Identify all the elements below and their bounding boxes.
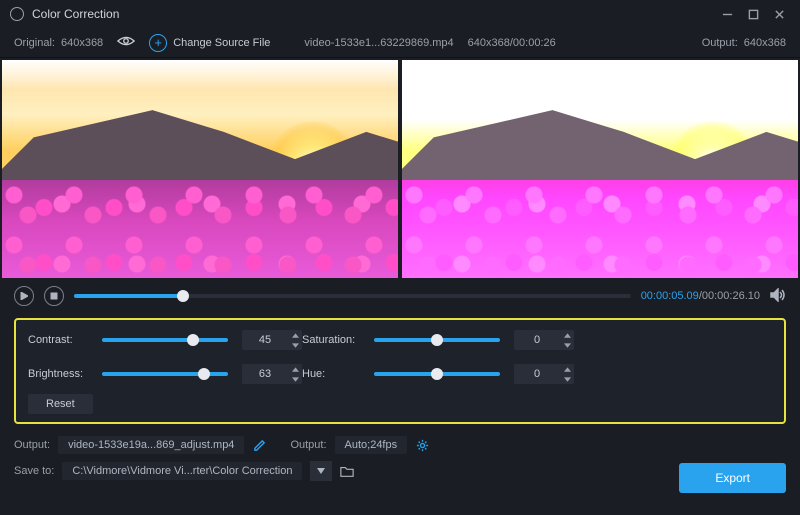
titlebar: Color Correction: [0, 0, 800, 28]
original-dimensions: 640x368: [61, 37, 103, 49]
minimize-button[interactable]: [714, 4, 740, 24]
saturation-up[interactable]: [560, 330, 574, 340]
contrast-label: Contrast:: [28, 334, 102, 346]
hue-label: Hue:: [302, 368, 374, 380]
color-controls-panel: Contrast: 45 Saturation: 0 Brightness: 6…: [14, 318, 786, 424]
timeline-slider[interactable]: [74, 294, 631, 298]
play-button[interactable]: [14, 286, 34, 306]
hue-input[interactable]: 0: [514, 364, 574, 384]
preview-adjusted: [402, 60, 798, 278]
brightness-value: 63: [242, 368, 288, 380]
contrast-slider[interactable]: [102, 338, 228, 342]
hue-down[interactable]: [560, 374, 574, 384]
preview-toggle-icon[interactable]: [117, 35, 135, 50]
save-to-path: C:\Vidmore\Vidmore Vi...rter\Color Corre…: [62, 462, 302, 480]
output-spec-value: Auto;24fps: [335, 436, 408, 454]
app-icon: [10, 7, 24, 21]
hue-slider[interactable]: [374, 372, 500, 376]
reset-button[interactable]: Reset: [28, 394, 93, 414]
original-label: Original:: [14, 37, 55, 49]
save-to-dropdown[interactable]: [310, 461, 332, 481]
playback-bar: 00:00:05.09/00:00:26.10: [0, 278, 800, 314]
plus-icon: +: [149, 34, 167, 52]
time-current: 00:00:05.09: [641, 290, 699, 302]
stop-button[interactable]: [44, 286, 64, 306]
save-to-label: Save to:: [14, 465, 54, 477]
save-to-row: Save to: C:\Vidmore\Vidmore Vi...rter\Co…: [14, 458, 786, 484]
contrast-input[interactable]: 45: [242, 330, 302, 350]
output-file-row: Output: video-1533e19a...869_adjust.mp4 …: [14, 432, 786, 458]
preview-row: [0, 58, 800, 278]
preview-original: [2, 60, 398, 278]
output-spec-label: Output:: [290, 439, 326, 451]
brightness-label: Brightness:: [28, 368, 102, 380]
brightness-down[interactable]: [288, 374, 302, 384]
output-settings-icon[interactable]: [415, 438, 429, 452]
maximize-button[interactable]: [740, 4, 766, 24]
change-source-label: Change Source File: [173, 37, 270, 49]
saturation-value: 0: [514, 334, 560, 346]
info-bar: Original: 640x368 + Change Source File v…: [0, 28, 800, 58]
export-button[interactable]: Export: [679, 463, 786, 493]
timecode: 00:00:05.09/00:00:26.10: [641, 290, 760, 302]
brightness-slider[interactable]: [102, 372, 228, 376]
window-title: Color Correction: [32, 7, 119, 21]
edit-output-name-icon[interactable]: [252, 438, 266, 452]
saturation-slider[interactable]: [374, 338, 500, 342]
change-source-button[interactable]: + Change Source File: [149, 34, 270, 52]
hue-up[interactable]: [560, 364, 574, 374]
output-file-label: Output:: [14, 439, 50, 451]
contrast-down[interactable]: [288, 340, 302, 350]
contrast-value: 45: [242, 334, 288, 346]
hue-value: 0: [514, 368, 560, 380]
saturation-input[interactable]: 0: [514, 330, 574, 350]
output-dimensions: 640x368: [744, 37, 786, 49]
saturation-down[interactable]: [560, 340, 574, 350]
time-total: 00:00:26.10: [702, 290, 760, 302]
contrast-up[interactable]: [288, 330, 302, 340]
open-folder-icon[interactable]: [340, 464, 354, 478]
source-file-meta: 640x368/00:00:26: [468, 37, 556, 49]
brightness-up[interactable]: [288, 364, 302, 374]
output-file-name: video-1533e19a...869_adjust.mp4: [58, 436, 244, 454]
brightness-input[interactable]: 63: [242, 364, 302, 384]
close-button[interactable]: [766, 4, 792, 24]
source-file-name: video-1533e1...63229869.mp4: [304, 37, 453, 49]
output-label: Output:: [702, 37, 738, 49]
volume-icon[interactable]: [770, 288, 786, 305]
saturation-label: Saturation:: [302, 334, 374, 346]
